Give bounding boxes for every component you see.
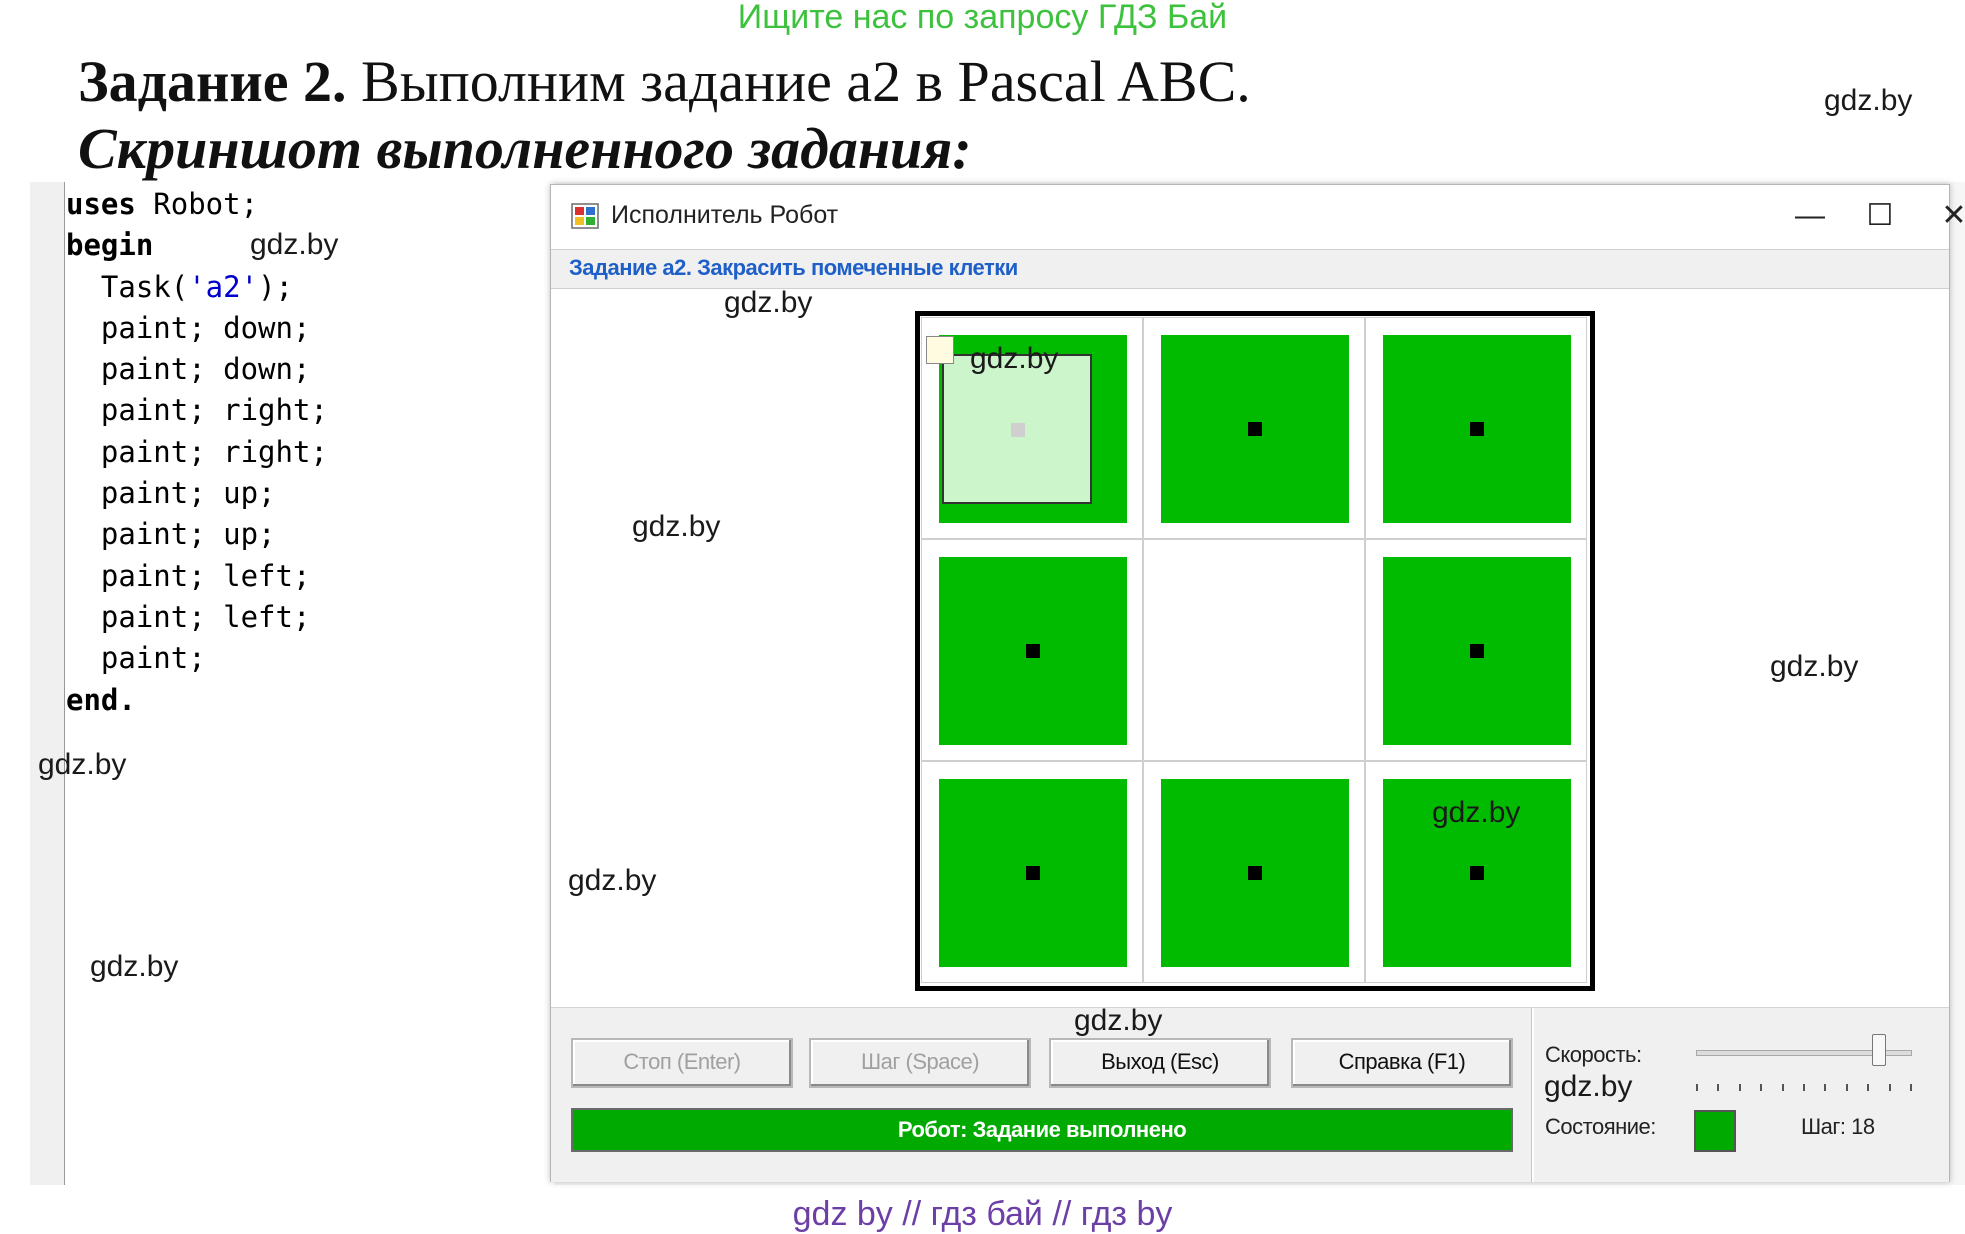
- code-keyword-end: end.: [66, 682, 136, 717]
- code-line-4: paint; down;: [66, 310, 311, 345]
- watermark: gdz.by: [90, 950, 179, 983]
- slider-tick: [1738, 1084, 1741, 1091]
- watermark: gdz.by: [1074, 1004, 1163, 1037]
- watermark: gdz.by: [1824, 84, 1913, 117]
- marked-cell-dot: [1470, 422, 1484, 436]
- watermark: gdz.by: [632, 510, 721, 543]
- code-line-11: paint; left;: [66, 599, 311, 634]
- slider-tick: [1910, 1084, 1912, 1091]
- window-title: Исполнитель Робот: [611, 201, 839, 229]
- status-bar: Робот: Задание выполнено: [571, 1108, 1513, 1152]
- title-bold: Задание 2.: [78, 49, 347, 114]
- marked-cell-dot: [1248, 866, 1262, 880]
- editor-gutter: [30, 182, 65, 1185]
- state-label: Состояние:: [1545, 1114, 1656, 1139]
- slider-tick: [1760, 1084, 1763, 1091]
- exit-button[interactable]: Выход (Esc): [1049, 1038, 1271, 1088]
- painted-cell-fill: [1161, 335, 1349, 523]
- watermark: gdz.by: [568, 864, 657, 897]
- code-line-3-pre: Task(: [66, 269, 189, 304]
- step-counter: Шаг: 18: [1801, 1114, 1875, 1139]
- title-rest: Выполним задание а2 в Pascal ABC.: [346, 49, 1251, 114]
- code-keyword-uses: uses: [66, 187, 136, 221]
- page-title: Задание 2. Выполним задание а2 в Pascal …: [78, 48, 1251, 115]
- marked-cell-dot: [1470, 866, 1484, 880]
- watermark: gdz.by: [1544, 1070, 1633, 1103]
- speed-label: Скорость:: [1545, 1042, 1642, 1067]
- control-panel: Стоп (Enter) Шаг (Space) Выход (Esc) Спр…: [551, 1007, 1949, 1182]
- close-button[interactable]: ✕: [1924, 193, 1965, 239]
- grid-cell: [1365, 761, 1587, 983]
- top-banner: Ищите нас по запросу ГДЗ Бай: [737, 0, 1228, 36]
- watermark: gdz.by: [970, 342, 1059, 375]
- robot-field: [915, 311, 1595, 991]
- state-indicator: [1694, 1110, 1736, 1152]
- footer-text: gdz by // гдз бай // гдз by: [792, 1195, 1173, 1233]
- code-line-6: paint; right;: [66, 393, 328, 428]
- marked-cell-dot: [1248, 422, 1262, 436]
- code-line-5: paint; down;: [66, 352, 311, 387]
- watermark: gdz.by: [38, 748, 127, 781]
- code-text[interactable]: uses Robot; begin Task('a2'); paint; dow…: [66, 184, 328, 721]
- grid-cell: [1143, 761, 1365, 983]
- step-button[interactable]: Шаг (Space): [809, 1038, 1031, 1088]
- painted-cell-fill: [1383, 335, 1571, 523]
- watermark: gdz.by: [250, 228, 339, 261]
- code-line-8: paint; up;: [66, 476, 276, 511]
- task-description-bar: Задание а2. Закрасить помеченные клетки: [551, 249, 1949, 289]
- slider-tick: [1824, 1084, 1827, 1091]
- watermark: gdz.by: [1432, 796, 1521, 829]
- marked-cell-dot: [1470, 644, 1484, 658]
- task-description: Задание а2. Закрасить помеченные клетки: [569, 255, 1018, 280]
- grid-cell: [1365, 539, 1587, 761]
- code-line-3-post: );: [258, 269, 293, 304]
- painted-cell-fill: [1383, 557, 1571, 745]
- slider-tick: [1696, 1084, 1698, 1091]
- code-line-12: paint;: [66, 641, 206, 676]
- grid-cell: [921, 761, 1143, 983]
- slider-tick: [1717, 1084, 1720, 1091]
- help-button[interactable]: Справка (F1): [1291, 1038, 1513, 1088]
- slider-tick: [1781, 1084, 1784, 1091]
- speed-slider-thumb[interactable]: [1871, 1034, 1886, 1066]
- slider-tick: [1803, 1084, 1805, 1091]
- robot-window: Исполнитель Робот — ☐ ✕ Задание а2. Закр…: [550, 184, 1965, 1182]
- page-subtitle: Скриншот выполненного задания:: [78, 116, 972, 181]
- minimize-button[interactable]: —: [1780, 193, 1840, 239]
- slider-tick: [1867, 1084, 1870, 1091]
- code-string: 'a2': [188, 269, 259, 304]
- robot-cell-dot: [1011, 423, 1025, 437]
- code-line-7: paint; right;: [66, 434, 328, 469]
- grid-cell: [1143, 317, 1365, 539]
- panel-separator: [1531, 1008, 1534, 1182]
- slider-tick: [1888, 1084, 1891, 1091]
- app-icon: [571, 203, 599, 229]
- painted-cell-fill: [939, 557, 1127, 745]
- watermark: gdz.by: [1770, 650, 1859, 683]
- marked-cell-dot: [1026, 644, 1040, 658]
- painted-cell-fill: [1161, 779, 1349, 967]
- painted-cell-fill: [939, 779, 1127, 967]
- grid-cell: [1365, 317, 1587, 539]
- slider-tick: [1845, 1084, 1848, 1091]
- marked-cell-dot: [1026, 866, 1040, 880]
- grid-cell: [1143, 539, 1365, 761]
- code-line-9: paint; up;: [66, 517, 276, 552]
- maximize-button[interactable]: ☐: [1850, 193, 1910, 239]
- code-line-1: Robot;: [135, 187, 259, 221]
- robot: [926, 336, 1092, 504]
- watermark: gdz.by: [724, 286, 813, 319]
- grid-cell: [921, 539, 1143, 761]
- code-keyword-begin: begin: [66, 228, 154, 263]
- stop-button[interactable]: Стоп (Enter): [571, 1038, 793, 1088]
- code-line-10: paint; left;: [66, 558, 311, 593]
- window-titlebar[interactable]: Исполнитель Робот — ☐ ✕: [551, 185, 1965, 249]
- robot-marker-icon: [926, 336, 954, 364]
